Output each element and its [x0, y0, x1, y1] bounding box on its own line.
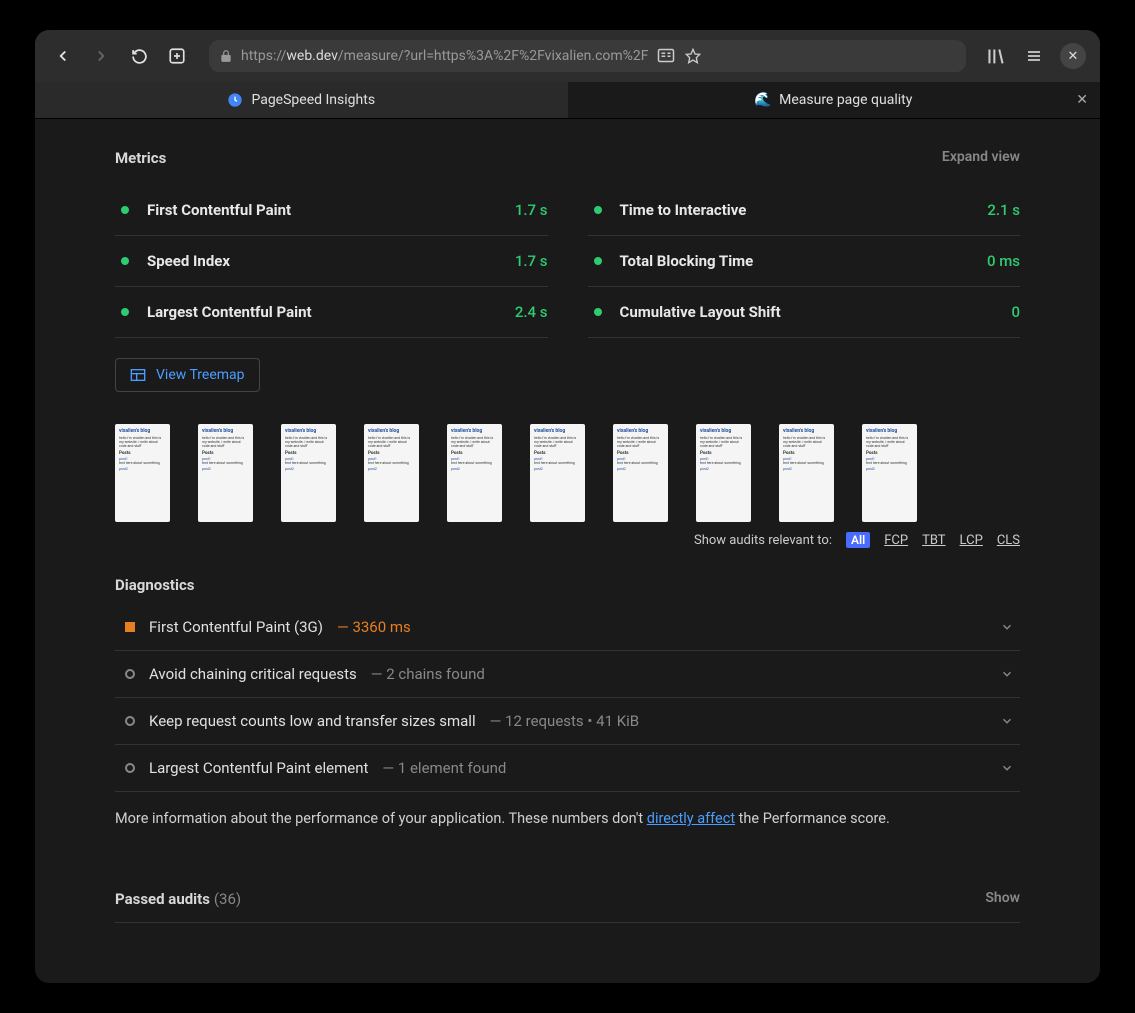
status-dot-icon	[121, 308, 129, 316]
metric-label: Largest Contentful Paint	[147, 303, 515, 321]
address-bar[interactable]: https://web.dev/measure/?url=https%3A%2F…	[209, 40, 966, 72]
metric-label: Cumulative Layout Shift	[620, 303, 1012, 321]
info-marker-icon	[125, 669, 135, 679]
reload-button[interactable]	[125, 42, 153, 70]
status-dot-icon	[594, 206, 602, 214]
reader-mode-icon[interactable]	[657, 48, 675, 64]
bookmark-star-icon[interactable]	[685, 48, 701, 64]
chevron-down-icon	[1000, 667, 1014, 681]
diag-detail: — 12 requests • 41 KiB	[490, 712, 640, 730]
metric-lcp: Largest Contentful Paint 2.4 s	[115, 287, 548, 338]
page-content: Metrics Expand view First Contentful Pai…	[35, 119, 1100, 983]
filter-all-badge[interactable]: All	[846, 532, 870, 548]
metric-value: 1.7 s	[515, 252, 548, 270]
chevron-down-icon	[1000, 714, 1014, 728]
nav-forward-button[interactable]	[87, 42, 115, 70]
chevron-down-icon	[1000, 620, 1014, 634]
diagnostics-info-text: More information about the performance o…	[115, 808, 1020, 830]
filmstrip: vixalien's bloghello i'm vixalien and th…	[115, 424, 1020, 522]
tabs-row: PageSpeed Insights 🌊 Measure page qualit…	[35, 82, 1100, 119]
info-marker-icon	[125, 763, 135, 773]
info-marker-icon	[125, 716, 135, 726]
metric-value: 2.1 s	[987, 201, 1020, 219]
passed-audits-label: Passed audits(36)	[115, 890, 241, 908]
metric-tti: Time to Interactive 2.1 s	[588, 185, 1021, 236]
status-dot-icon	[594, 257, 602, 265]
metric-label: Time to Interactive	[620, 201, 988, 219]
metric-fcp: First Contentful Paint 1.7 s	[115, 185, 548, 236]
directly-affect-link[interactable]: directly affect	[647, 810, 735, 827]
tab-close-button[interactable]: ✕	[1076, 92, 1088, 108]
treemap-label: View Treemap	[156, 367, 245, 383]
metric-si: Speed Index 1.7 s	[115, 236, 548, 287]
diag-chaining[interactable]: Avoid chaining critical requests — 2 cha…	[115, 651, 1020, 698]
window-close-button[interactable]: ✕	[1060, 43, 1086, 69]
metric-label: Total Blocking Time	[620, 252, 987, 270]
filmstrip-frame[interactable]: vixalien's bloghello i'm vixalien and th…	[779, 424, 834, 522]
metrics-title: Metrics	[115, 149, 166, 167]
diag-label: Avoid chaining critical requests	[149, 665, 357, 683]
status-dot-icon	[121, 206, 129, 214]
diag-fcp-3g[interactable]: First Contentful Paint (3G) — 3360 ms	[115, 604, 1020, 651]
filmstrip-frame[interactable]: vixalien's bloghello i'm vixalien and th…	[364, 424, 419, 522]
tab-measure[interactable]: 🌊 Measure page quality ✕	[568, 82, 1101, 118]
metric-cls: Cumulative Layout Shift 0	[588, 287, 1021, 338]
passed-audits-row[interactable]: Passed audits(36) Show	[115, 890, 1020, 923]
warn-marker-icon	[125, 622, 135, 632]
filter-fcp[interactable]: FCP	[884, 533, 908, 548]
status-dot-icon	[594, 308, 602, 316]
menu-icon[interactable]	[1022, 44, 1046, 68]
metric-tbt: Total Blocking Time 0 ms	[588, 236, 1021, 287]
filmstrip-frame[interactable]: vixalien's bloghello i'm vixalien and th…	[115, 424, 170, 522]
diag-lcp-element[interactable]: Largest Contentful Paint element — 1 ele…	[115, 745, 1020, 792]
filmstrip-frame[interactable]: vixalien's bloghello i'm vixalien and th…	[447, 424, 502, 522]
browser-toolbar: https://web.dev/measure/?url=https%3A%2F…	[35, 30, 1100, 82]
status-dot-icon	[121, 257, 129, 265]
tab-label: PageSpeed Insights	[251, 92, 375, 108]
filmstrip-frame[interactable]: vixalien's bloghello i'm vixalien and th…	[281, 424, 336, 522]
new-tab-button[interactable]	[163, 42, 191, 70]
filmstrip-frame[interactable]: vixalien's bloghello i'm vixalien and th…	[530, 424, 585, 522]
filmstrip-frame[interactable]: vixalien's bloghello i'm vixalien and th…	[613, 424, 668, 522]
webdev-favicon: 🌊	[755, 92, 771, 108]
metric-value: 1.7 s	[515, 201, 548, 219]
tab-pagespeed[interactable]: PageSpeed Insights	[35, 82, 568, 118]
nav-back-button[interactable]	[49, 42, 77, 70]
filter-lcp[interactable]: LCP	[960, 533, 983, 548]
metrics-grid: First Contentful Paint 1.7 s Time to Int…	[115, 185, 1020, 338]
browser-window: https://web.dev/measure/?url=https%3A%2F…	[35, 30, 1100, 983]
filmstrip-frame[interactable]: vixalien's bloghello i'm vixalien and th…	[198, 424, 253, 522]
tab-label: Measure page quality	[779, 92, 912, 108]
show-passed-link[interactable]: Show	[985, 890, 1020, 908]
diagnostics-list: First Contentful Paint (3G) — 3360 ms Av…	[115, 604, 1020, 792]
chevron-down-icon	[1000, 761, 1014, 775]
filter-tbt[interactable]: TBT	[922, 533, 945, 548]
metric-label: First Contentful Paint	[147, 201, 515, 219]
audits-filter: Show audits relevant to: All FCP TBT LCP…	[115, 532, 1020, 548]
diag-detail: — 1 element found	[382, 759, 506, 777]
treemap-icon	[130, 368, 146, 382]
pagespeed-favicon	[227, 92, 243, 108]
metric-value: 0 ms	[987, 252, 1020, 270]
diag-detail: — 3360 ms	[337, 618, 411, 636]
url-text: https://web.dev/measure/?url=https%3A%2F…	[241, 48, 649, 64]
metric-value: 0	[1011, 303, 1020, 321]
expand-view-link[interactable]: Expand view	[942, 149, 1020, 167]
view-treemap-button[interactable]: View Treemap	[115, 358, 260, 392]
filmstrip-frame[interactable]: vixalien's bloghello i'm vixalien and th…	[862, 424, 917, 522]
filmstrip-frame[interactable]: vixalien's bloghello i'm vixalien and th…	[696, 424, 751, 522]
lock-icon	[219, 49, 233, 63]
diag-requests[interactable]: Keep request counts low and transfer siz…	[115, 698, 1020, 745]
diag-label: Keep request counts low and transfer siz…	[149, 712, 476, 730]
filter-cls[interactable]: CLS	[997, 533, 1020, 548]
metric-value: 2.4 s	[515, 303, 548, 321]
diag-label: Largest Contentful Paint element	[149, 759, 368, 777]
metric-label: Speed Index	[147, 252, 515, 270]
filter-label: Show audits relevant to:	[694, 533, 832, 548]
diagnostics-title: Diagnostics	[115, 576, 1020, 594]
diag-detail: — 2 chains found	[371, 665, 485, 683]
diag-label: First Contentful Paint (3G)	[149, 618, 323, 636]
library-icon[interactable]	[984, 44, 1008, 68]
